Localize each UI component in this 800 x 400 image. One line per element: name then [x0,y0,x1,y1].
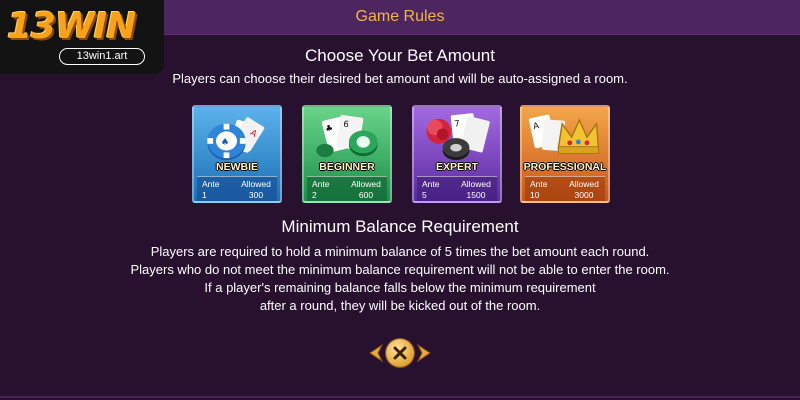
allowed-value: 1500 [466,190,486,200]
allowed-label: Allowed [569,179,599,189]
allowed-label: Allowed [241,179,271,189]
allowed-value: 3000 [574,190,594,200]
bet-section-title: Choose Your Bet Amount [305,46,495,65]
chevron-left-icon [369,344,384,362]
allowed-label: Allowed [461,179,491,189]
room-stats: Ante 1 Allowed 300 [197,176,277,201]
bet-section-description: Players can choose their desired bet amo… [172,71,628,86]
room-card-beginner[interactable]: ♣ 6 BEGINNER Ante 2 Allowed 600 [302,105,392,203]
close-icon [393,346,407,360]
room-name: NEWBIE [216,161,258,173]
room-stats: Ante 10 Allowed 3000 [525,176,605,201]
ante-label: Ante [202,179,220,189]
ante-value: 2 [312,190,317,200]
ante-value: 1 [202,190,207,200]
balance-section-title: Minimum Balance Requirement [281,217,519,236]
room-card-list: A ♠ NEWBIE Ante 1 Allowed 300 ♣ 6 BEGINN… [192,105,612,205]
ante-value: 10 [530,190,540,200]
balance-rule-line-3: If a player's remaining balance falls be… [204,280,596,295]
room-stats: Ante 5 Allowed 1500 [417,176,497,201]
room-stats: Ante 2 Allowed 600 [307,176,387,201]
room-card-newbie[interactable]: A ♠ NEWBIE Ante 1 Allowed 300 [192,105,282,203]
balance-rule-line-2: Players who do not meet the minimum bala… [130,262,670,277]
room-name: PROFESSIONAL [523,161,607,173]
ante-label: Ante [422,179,440,189]
close-button[interactable] [386,339,414,367]
close-control [368,338,432,368]
balance-rule-line-1: Players are required to hold a minimum b… [150,244,650,259]
allowed-label: Allowed [351,179,381,189]
ante-label: Ante [530,179,548,189]
svg-text:♠: ♠ [221,137,230,148]
ante-value: 5 [422,190,427,200]
allowed-value: 600 [358,190,374,200]
room-name: BEGINNER [319,161,375,173]
chevron-right-icon [416,344,431,362]
room-card-expert[interactable]: 7 EXPERT Ante 5 Allowed 1500 [412,105,502,203]
balance-rule-line-4: after a round, they will be kicked out o… [259,298,541,313]
allowed-value: 300 [248,190,264,200]
room-name: EXPERT [435,161,478,173]
brand-logo-text: 13WIN [7,6,136,47]
ante-label: Ante [312,179,330,189]
svg-text:7: 7 [454,119,460,130]
room-card-professional[interactable]: A PROFESSIONAL Ante 10 Allowed 3000 [520,105,610,203]
